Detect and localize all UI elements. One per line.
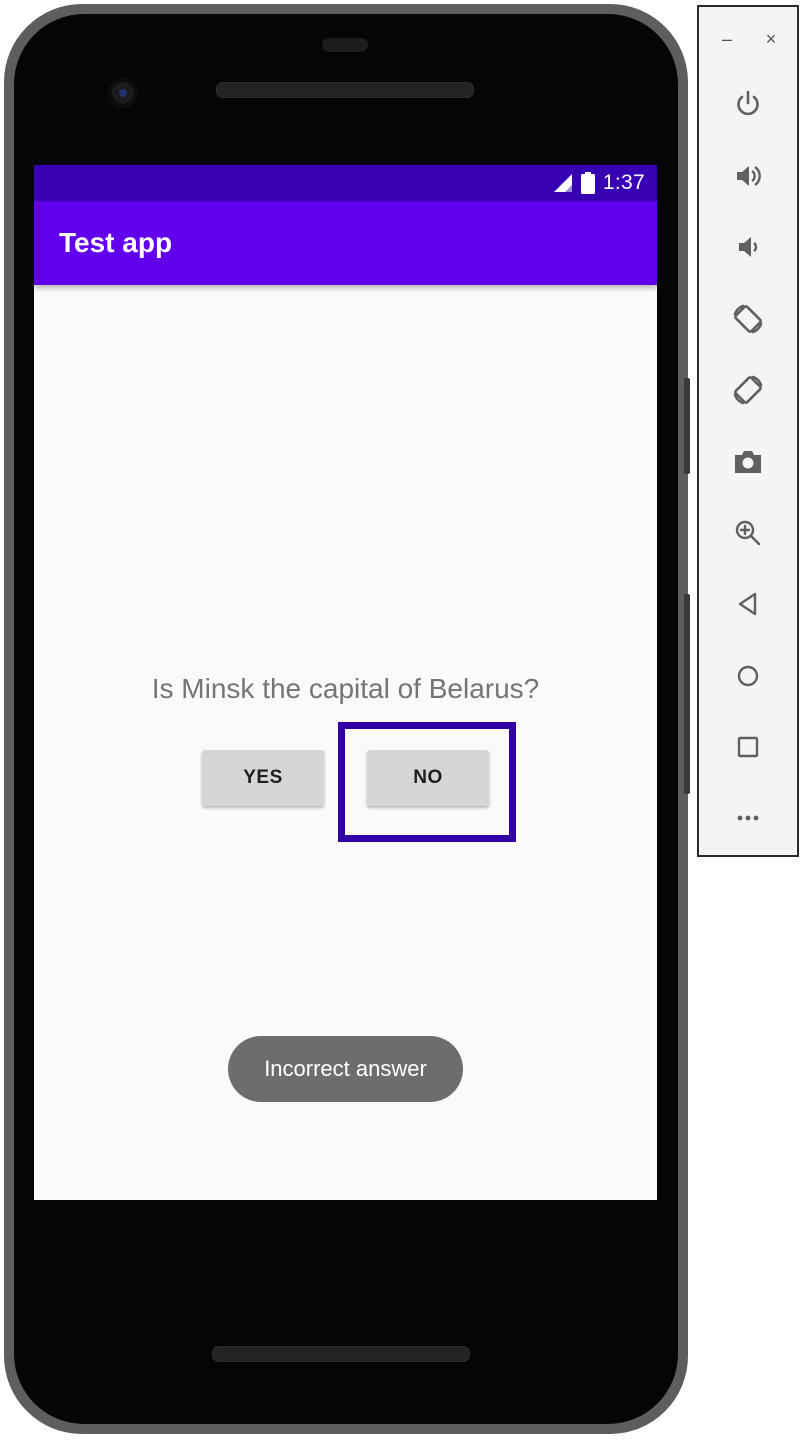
side-button-power (684, 378, 690, 474)
device-screen: 1:37 Test app Is Minsk the capital of Be… (34, 165, 657, 1200)
back-button[interactable] (728, 584, 768, 624)
status-icons: 1:37 (553, 171, 645, 195)
home-button[interactable] (728, 656, 768, 696)
minimize-icon[interactable]: – (715, 27, 739, 51)
bottom-speaker (212, 1346, 470, 1362)
rotate-right-button[interactable] (728, 370, 768, 410)
power-button[interactable] (728, 84, 768, 124)
home-icon (737, 665, 759, 687)
emulator-toolbar: – × (697, 5, 799, 857)
rotate-left-button[interactable] (728, 299, 768, 339)
back-icon (738, 592, 757, 616)
status-bar: 1:37 (34, 165, 657, 201)
side-button-volume (684, 594, 690, 794)
yes-button[interactable]: YES (202, 750, 324, 806)
volume-up-icon (737, 166, 761, 186)
app-title: Test app (59, 227, 173, 258)
battery-icon (580, 172, 595, 194)
power-icon (737, 90, 759, 116)
volume-down-icon (739, 237, 758, 257)
front-camera-icon (108, 78, 138, 108)
overview-icon (737, 736, 759, 758)
rotate-right-icon (733, 375, 763, 405)
camera-icon (735, 451, 761, 473)
volume-down-button[interactable] (728, 227, 768, 267)
volume-up-button[interactable] (728, 156, 768, 196)
status-time: 1:37 (602, 171, 645, 194)
no-button[interactable]: NO (367, 750, 489, 806)
earpiece (322, 38, 368, 52)
question-text: Is Minsk the capital of Belarus? (151, 673, 540, 704)
toast-message: Incorrect answer (228, 1036, 463, 1102)
signal-icon (553, 174, 572, 192)
zoom-icon (735, 520, 761, 546)
toolbar-window-controls: – × (699, 27, 797, 57)
more-button[interactable] (728, 798, 768, 838)
app-bar: Test app (34, 201, 657, 285)
screenshot-button[interactable] (728, 442, 768, 482)
rotate-left-icon (733, 304, 763, 334)
top-speaker (216, 82, 474, 98)
close-icon[interactable]: × (759, 27, 783, 51)
zoom-button[interactable] (728, 513, 768, 553)
overview-button[interactable] (728, 727, 768, 767)
more-icon (737, 815, 759, 821)
